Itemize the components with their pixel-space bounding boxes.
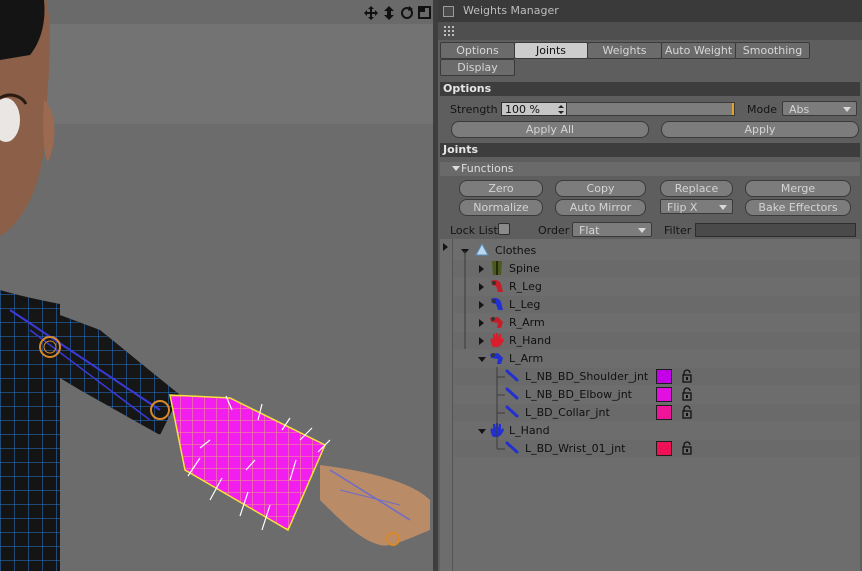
strength-field[interactable]: 100 %	[501, 102, 567, 116]
tree-row-r-hand[interactable]: R_Hand	[453, 332, 860, 349]
mode-label: Mode	[747, 103, 777, 116]
tree-row-l-arm[interactable]: L_Arm	[453, 350, 860, 367]
mode-dropdown[interactable]: Abs	[782, 101, 857, 116]
replace-button[interactable]: Replace	[660, 180, 733, 197]
apply-button[interactable]: Apply	[661, 121, 859, 138]
spinner-icon[interactable]	[558, 105, 564, 114]
tree-row-l-leg[interactable]: L_Leg	[453, 296, 860, 313]
joint-color-swatch[interactable]	[656, 441, 672, 456]
tree-label: L_Hand	[509, 424, 550, 437]
chevron-down-icon	[719, 205, 727, 210]
joint-color-swatch[interactable]	[656, 369, 672, 384]
functions-group[interactable]: Functions	[440, 162, 860, 176]
tree-row-l-hand[interactable]: L_Hand	[453, 422, 860, 439]
tree-label: L_NB_BD_Shoulder_jnt	[525, 370, 649, 383]
merge-button[interactable]: Merge	[745, 180, 851, 197]
order-label: Order	[538, 224, 570, 237]
tree-label: L_BD_Wrist_01_jnt	[525, 442, 626, 455]
tree-label: Spine	[509, 262, 540, 275]
collapse-triangle-icon[interactable]	[452, 166, 460, 171]
zero-button[interactable]: Zero	[459, 180, 543, 197]
joints-header: Joints	[440, 143, 860, 157]
tab-options[interactable]: Options	[440, 42, 515, 59]
joint-tree[interactable]: Clothes Spine R_Leg L_Leg R_Arm R_Hand L…	[440, 239, 860, 571]
lock-list-label: Lock List	[450, 224, 498, 237]
mode-value: Abs	[789, 103, 810, 116]
functions-label: Functions	[461, 162, 514, 175]
tab-smoothing[interactable]: Smoothing	[735, 42, 810, 59]
apply-all-button[interactable]: Apply All	[451, 121, 649, 138]
panel-toolbar	[438, 22, 862, 40]
tree-label: R_Hand	[509, 334, 552, 347]
tree-row-clothes[interactable]: Clothes	[453, 242, 860, 259]
order-value: Flat	[579, 224, 600, 237]
tab-display[interactable]: Display	[440, 59, 515, 76]
tree-label: L_NB_BD_Elbow_jnt	[525, 388, 632, 401]
lock-icon[interactable]	[680, 405, 694, 419]
tree-label: L_Arm	[509, 352, 544, 365]
panel-title: Weights Manager	[463, 4, 559, 17]
grip-icon[interactable]	[444, 26, 454, 36]
normalize-button[interactable]: Normalize	[459, 199, 543, 216]
tree-row-r-leg[interactable]: R_Leg	[453, 278, 860, 295]
auto-mirror-button[interactable]: Auto Mirror	[555, 199, 646, 216]
flip-value: Flip X	[667, 201, 698, 214]
lock-icon[interactable]	[680, 441, 694, 455]
bake-effectors-button[interactable]: Bake Effectors	[745, 199, 851, 216]
tree-hierarchy-lines	[464, 251, 505, 450]
tree-label: L_Leg	[509, 298, 541, 311]
options-header: Options	[440, 82, 860, 96]
strength-value: 100 %	[505, 103, 540, 116]
tree-label: R_Arm	[509, 316, 545, 329]
joint-color-swatch[interactable]	[656, 387, 672, 402]
filter-input[interactable]	[695, 223, 856, 237]
weights-manager-panel: Weights Manager Options Joints Weights A…	[438, 0, 862, 571]
tab-joints[interactable]: Joints	[514, 42, 588, 59]
chevron-down-icon	[843, 107, 851, 112]
joint-color-swatch[interactable]	[656, 405, 672, 420]
strength-slider-handle[interactable]	[732, 103, 734, 115]
tree-gutter	[440, 239, 453, 571]
lock-icon[interactable]	[680, 369, 694, 383]
strength-label: Strength	[450, 103, 498, 116]
tree-row-wrist-jnt[interactable]: L_BD_Wrist_01_jnt	[453, 440, 860, 457]
panel-titlebar: Weights Manager	[438, 0, 862, 22]
tree-row-spine[interactable]: Spine	[453, 260, 860, 277]
expand-all-triangle-icon[interactable]	[443, 243, 448, 251]
tree-row-elbow-jnt[interactable]: L_NB_BD_Elbow_jnt	[453, 386, 860, 403]
copy-button[interactable]: Copy	[555, 180, 646, 197]
chevron-down-icon	[638, 228, 646, 233]
character-render	[0, 0, 430, 571]
tree-label: L_BD_Collar_jnt	[525, 406, 610, 419]
strength-slider[interactable]	[566, 102, 735, 116]
order-dropdown[interactable]: Flat	[572, 222, 652, 237]
tab-weights[interactable]: Weights	[587, 42, 662, 59]
tree-row-collar-jnt[interactable]: L_BD_Collar_jnt	[453, 404, 860, 421]
tree-row-shoulder-jnt[interactable]: L_NB_BD_Shoulder_jnt	[453, 368, 860, 385]
lock-icon[interactable]	[680, 387, 694, 401]
filter-label: Filter	[664, 224, 692, 237]
tree-label: R_Leg	[509, 280, 542, 293]
tree-row-r-arm[interactable]: R_Arm	[453, 314, 860, 331]
panel-menu-checkbox[interactable]	[443, 6, 454, 17]
flip-dropdown[interactable]: Flip X	[660, 199, 733, 214]
lock-list-checkbox[interactable]	[498, 223, 510, 235]
tab-auto-weight[interactable]: Auto Weight	[661, 42, 736, 59]
3d-viewport[interactable]	[0, 0, 433, 571]
